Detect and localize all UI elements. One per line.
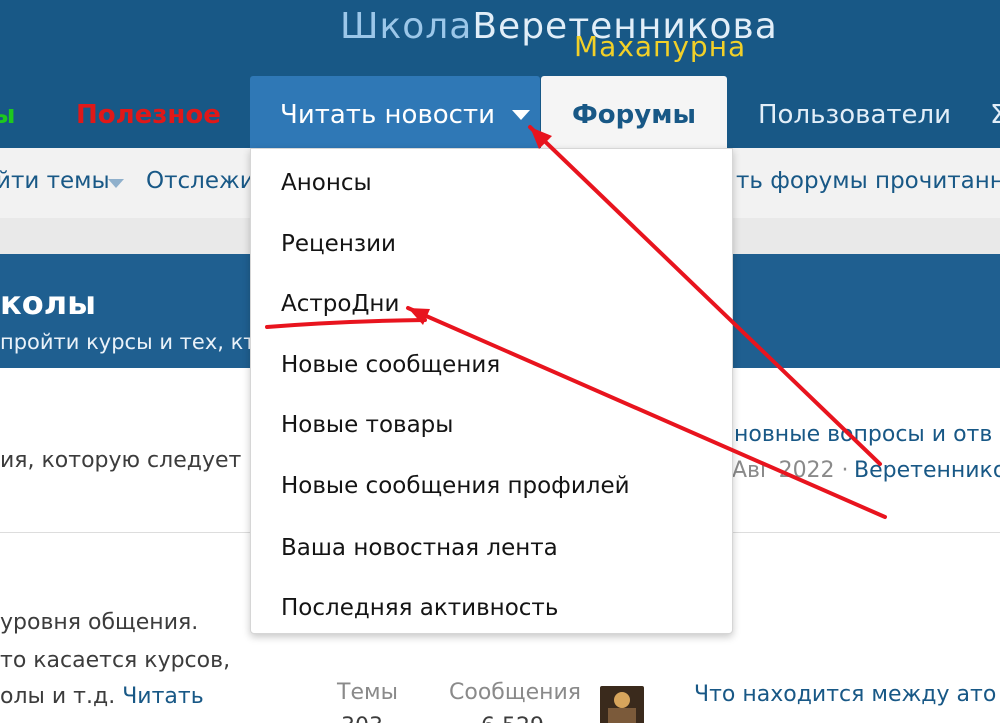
latest-thread-author[interactable]: Веретеннико [854,458,1000,483]
forum-description-1: ия, которую следует [0,448,242,473]
stats-messages-label: Сообщения [449,680,582,705]
menu-item-new-products[interactable]: Новые товары [281,400,453,450]
subnav-mark-read[interactable]: ть форумы прочитанн [736,168,1000,194]
menu-item-news-feed[interactable]: Ваша новостная лента [281,523,558,573]
news-dropdown-menu: Анонсы Рецензии АстроДни Новые сообщения… [250,148,733,634]
subnav-watched[interactable]: Отслежи [146,168,255,194]
chevron-down-icon[interactable] [512,110,530,120]
latest-thread-link[interactable]: новные вопросы и отв [734,422,992,447]
nav-item-news[interactable]: Читать новости [250,76,540,148]
nav-item-edge[interactable]: Σ [990,76,1000,148]
logo-part1: Школа [340,6,473,47]
menu-item-reviews[interactable]: Рецензии [281,219,396,269]
menu-item-new-profile-posts[interactable]: Новые сообщения профилей [281,461,630,511]
site-header: ШколаВеретенникова Махапурна ы Полезное … [0,0,1000,148]
latest-thread-date: Авг 2022 · [732,458,849,483]
nav-item-users[interactable]: Пользователи [758,76,951,148]
subnav-find-topics[interactable]: йти темы [0,168,110,194]
avatar[interactable] [600,686,644,723]
latest-thread-link-2[interactable]: Что находится между ато [694,682,996,707]
forum-description-4-text: олы и т.д. [0,684,116,709]
nav-news-label: Читать новости [280,100,496,130]
chevron-down-icon[interactable] [108,179,124,188]
page-subtitle: пройти курсы и тех, кт [0,330,256,354]
stats-messages-value: 6 529 [481,714,544,723]
menu-item-new-posts[interactable]: Новые сообщения [281,340,500,390]
nav-item-useful[interactable]: Полезное [76,76,221,148]
logo-subtitle: Махапурна [574,30,747,63]
read-more-link[interactable]: Читать [122,684,203,709]
menu-item-announcements[interactable]: Анонсы [281,158,372,208]
forum-description-4: олы и т.д. Читать [0,684,204,709]
menu-item-latest-activity[interactable]: Последняя активность [281,583,558,633]
nav-item-forums[interactable]: Форумы [541,76,727,148]
nav-item-cut[interactable]: ы [0,76,16,148]
page-title[interactable]: колы [0,284,96,322]
stats-topics-value: 303 [341,714,383,723]
stats-topics-label: Темы [337,680,398,705]
forum-description-2: уровня общения. [0,610,199,635]
forum-description-3: то касается курсов, [0,648,231,673]
menu-item-astrodays[interactable]: АстроДни [281,279,399,329]
